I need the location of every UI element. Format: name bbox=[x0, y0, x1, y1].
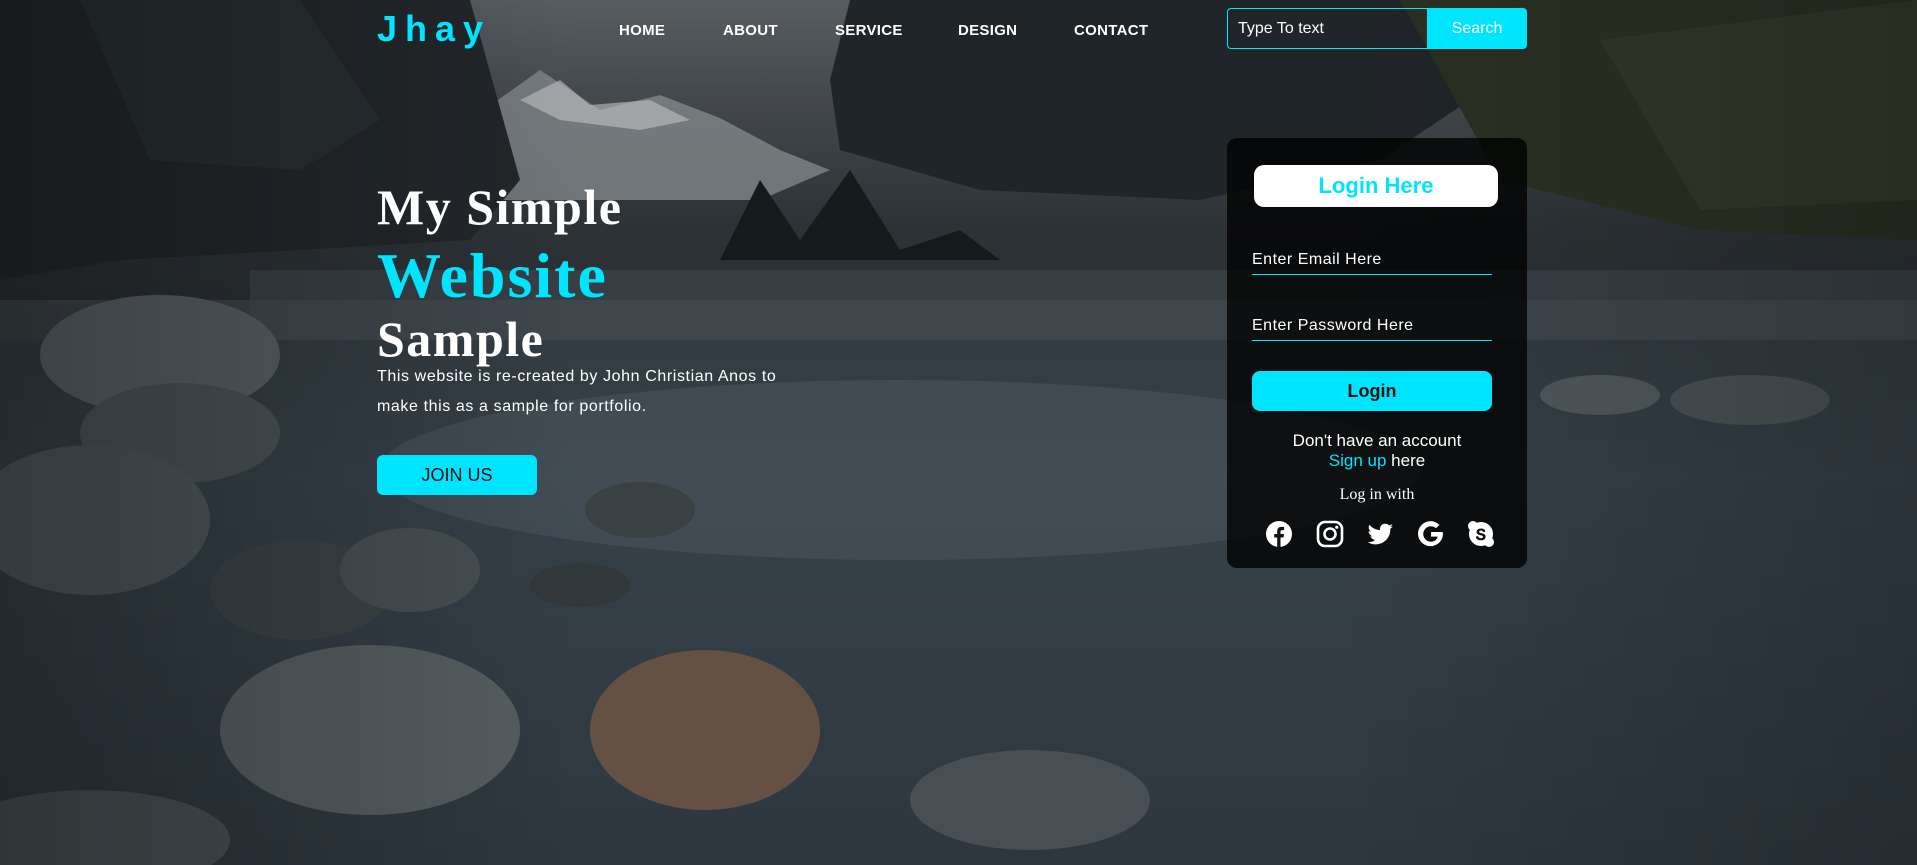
nav-about[interactable]: ABOUT bbox=[723, 22, 778, 39]
hero-description: This website is re-created by John Chris… bbox=[377, 368, 777, 415]
login-button[interactable]: Login bbox=[1252, 371, 1492, 411]
hero-title: My Simple Website Sample bbox=[377, 179, 837, 367]
instagram-icon[interactable] bbox=[1316, 520, 1344, 548]
join-us-button[interactable]: JOIN US bbox=[377, 455, 537, 495]
search-input[interactable] bbox=[1227, 8, 1427, 49]
nav-service[interactable]: SERVICE bbox=[835, 22, 903, 39]
login-card: Login Here Login Don't have an account S… bbox=[1227, 138, 1527, 568]
email-field[interactable] bbox=[1252, 245, 1492, 275]
social-login-icons bbox=[1265, 520, 1495, 550]
facebook-icon[interactable] bbox=[1265, 520, 1293, 548]
hero-section: My Simple Website Sample This website is… bbox=[377, 179, 837, 495]
password-field[interactable] bbox=[1252, 311, 1492, 341]
main-nav: HOME ABOUT SERVICE DESIGN CONTACT bbox=[0, 22, 1917, 42]
login-with-label: Log in with bbox=[1339, 486, 1415, 503]
no-account-text: Don't have an account bbox=[1292, 431, 1462, 450]
twitter-icon[interactable] bbox=[1366, 520, 1394, 548]
hero-title-line1: My Simple bbox=[377, 179, 623, 235]
signup-suffix: here bbox=[1386, 451, 1426, 470]
signup-line: Sign up here bbox=[1227, 451, 1527, 471]
signup-link[interactable]: Sign up bbox=[1329, 451, 1387, 470]
nav-design[interactable]: DESIGN bbox=[958, 22, 1017, 39]
search-bar: Search bbox=[1227, 8, 1527, 49]
google-icon[interactable] bbox=[1417, 520, 1445, 548]
nav-home[interactable]: HOME bbox=[619, 22, 665, 39]
nav-contact[interactable]: CONTACT bbox=[1074, 22, 1148, 39]
skype-icon[interactable] bbox=[1467, 520, 1495, 548]
hero-title-line2: Website bbox=[377, 240, 608, 311]
search-button[interactable]: Search bbox=[1427, 8, 1527, 49]
signup-prompt: Don't have an account Sign up here bbox=[1227, 431, 1527, 471]
hero-title-line3: Sample bbox=[377, 311, 545, 367]
background-landscape bbox=[0, 0, 1917, 865]
login-title: Login Here bbox=[1254, 165, 1498, 207]
